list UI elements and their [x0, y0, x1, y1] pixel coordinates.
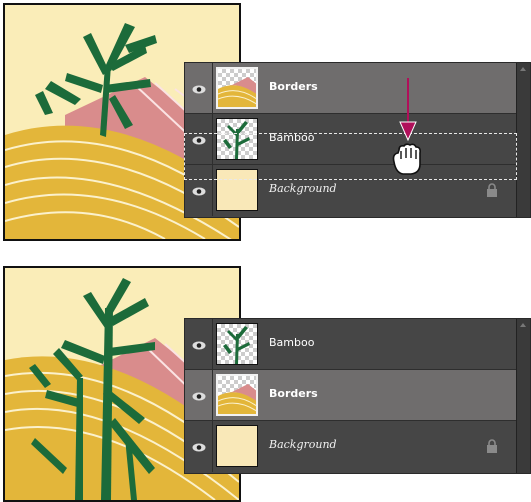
visibility-toggle[interactable]: [185, 421, 213, 472]
scroll-up-arrow-icon[interactable]: [520, 323, 526, 327]
eye-icon: [192, 79, 206, 98]
grab-hand-icon: [389, 142, 425, 180]
layer-row-background[interactable]: Background: [185, 421, 518, 472]
visibility-toggle[interactable]: [185, 63, 213, 114]
lock-icon: [486, 438, 498, 457]
visibility-toggle[interactable]: [185, 370, 213, 421]
layer-row-borders[interactable]: Borders: [185, 63, 518, 114]
visibility-toggle[interactable]: [185, 319, 213, 370]
eye-icon: [192, 386, 206, 405]
layer-name[interactable]: Bamboo: [269, 336, 314, 349]
eye-icon: [192, 437, 206, 456]
layer-name[interactable]: Background: [269, 438, 337, 451]
drag-drop-target: [184, 133, 517, 180]
layer-row-borders[interactable]: Borders: [185, 370, 518, 421]
arrow-down-icon: [398, 78, 418, 146]
layer-thumbnail: [216, 323, 258, 365]
eye-icon: [192, 335, 206, 354]
layers-scrollbar[interactable]: [516, 63, 530, 217]
layers-panel-bottom: Bamboo Borders Background: [184, 318, 531, 474]
scroll-up-arrow-icon[interactable]: [520, 67, 526, 71]
layer-thumbnail: [216, 374, 258, 416]
layer-thumbnail: [216, 425, 258, 467]
layer-thumbnail: [216, 67, 258, 109]
layers-scrollbar[interactable]: [516, 319, 530, 473]
layer-name[interactable]: Background: [269, 182, 337, 195]
layer-name[interactable]: Borders: [269, 387, 318, 400]
layer-row-bamboo[interactable]: Bamboo: [185, 319, 518, 370]
lock-icon: [486, 182, 498, 201]
layer-name[interactable]: Borders: [269, 80, 318, 93]
eye-icon: [192, 181, 206, 200]
